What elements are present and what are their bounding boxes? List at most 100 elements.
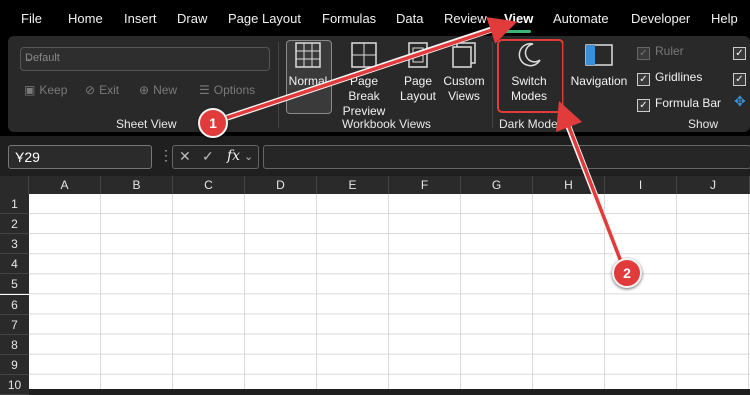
ruler-label: Ruler (655, 44, 684, 58)
custom-views-button[interactable]: Custom Views (442, 40, 486, 104)
custom-views-label-2: Views (448, 89, 480, 103)
menu-bar: File Home Insert Draw Page Layout Formul… (0, 0, 750, 36)
options-button[interactable]: ☰ Options (199, 83, 255, 97)
exit-label: Exit (99, 83, 120, 97)
row-header[interactable]: 1 (0, 194, 29, 215)
column-header[interactable]: I (605, 176, 677, 194)
column-header[interactable]: F (389, 176, 461, 194)
formula-bar-checkbox[interactable]: ✓ Formula Bar (637, 96, 721, 112)
row-header[interactable]: 2 (0, 214, 29, 235)
checkbox-checked-icon: ✓ (637, 47, 650, 60)
menu-view[interactable]: View (504, 11, 533, 26)
navigation-label: Navigation (570, 74, 628, 88)
row-header[interactable]: 6 (0, 294, 29, 315)
new-button[interactable]: ⊕ New (139, 83, 177, 97)
dark-mode-group-label: Dark Mode (499, 117, 558, 131)
normal-label: Normal (288, 74, 328, 88)
gridlines-checkbox[interactable]: ✓ Gridlines (637, 70, 702, 86)
sheet-view-group-label: Sheet View (116, 117, 177, 131)
group-divider (492, 42, 493, 128)
page-layout-icon (408, 42, 428, 68)
gridlines-label: Gridlines (655, 70, 703, 84)
headings-checkbox[interactable]: ✓ (733, 44, 750, 60)
ruler-checkbox[interactable]: ✓ Ruler (637, 44, 684, 60)
column-header[interactable]: G (461, 176, 533, 194)
normal-grid-icon (295, 42, 321, 68)
menu-automate[interactable]: Automate (553, 11, 609, 26)
menu-draw[interactable]: Draw (177, 11, 207, 26)
checkbox-checked-icon: ✓ (733, 47, 746, 60)
row-header[interactable]: 5 (0, 274, 29, 295)
column-header[interactable]: E (317, 176, 389, 194)
menu-formulas[interactable]: Formulas (322, 11, 376, 26)
name-box[interactable]: Y29 ⌄ (8, 145, 152, 169)
row-header[interactable]: 3 (0, 234, 29, 255)
row-header[interactable]: 8 (0, 334, 29, 355)
exit-icon: ⊘ (85, 83, 96, 97)
menu-review[interactable]: Review (444, 11, 487, 26)
page-break-label-1: Page Break (348, 74, 380, 103)
options-label: Options (213, 83, 256, 97)
step-badge-2: 2 (612, 258, 642, 288)
exit-button[interactable]: ⊘ Exit (85, 83, 119, 97)
column-header[interactable]: C (173, 176, 245, 194)
show-group-label: Show (688, 117, 719, 131)
keep-button[interactable]: ▣ Keep (24, 83, 67, 97)
enter-icon[interactable]: ✓ (202, 148, 214, 165)
checkbox-checked-icon: ✓ (733, 73, 746, 86)
custom-views-label-1: Custom (443, 74, 485, 88)
page-break-preview-button[interactable]: Page Break Preview (334, 40, 394, 119)
column-header[interactable]: D (245, 176, 317, 194)
menu-insert[interactable]: Insert (124, 11, 157, 26)
switch-modes-highlight (497, 39, 564, 113)
chevron-down-icon: ⌄ (244, 151, 254, 163)
more-options-icon[interactable]: ⋮ (159, 147, 173, 164)
menu-home[interactable]: Home (68, 11, 103, 26)
column-header[interactable]: B (101, 176, 173, 194)
column-header[interactable]: A (29, 176, 101, 194)
page-break-label-2: Preview (342, 104, 386, 118)
formula-controls: ✕ ✓ fx ⌄ (172, 145, 259, 169)
insert-function-button[interactable]: fx (227, 148, 240, 164)
checkbox-checked-icon: ✓ (637, 99, 650, 112)
page-layout-label-2: Layout (399, 89, 437, 103)
navigation-pane-icon (585, 44, 613, 66)
row-header[interactable]: 4 (0, 254, 29, 275)
menu-developer[interactable]: Developer (631, 11, 690, 26)
custom-views-icon (452, 42, 476, 68)
focus-cell-icon[interactable]: ✥ (734, 93, 746, 110)
chevron-down-icon: ⌄ (15, 149, 26, 163)
page-layout-button[interactable]: Page Layout (398, 40, 438, 104)
keep-icon: ▣ (24, 83, 36, 97)
formula-bar: Y29 ⌄ ⋮ ✕ ✓ fx ⌄ (0, 141, 750, 173)
group-divider (278, 42, 279, 128)
extra-checkbox[interactable]: ✓ (733, 70, 750, 86)
formula-input[interactable] (263, 145, 750, 169)
cells-area[interactable] (29, 194, 750, 389)
navigation-button[interactable]: Navigation (568, 40, 630, 89)
row-header[interactable]: 7 (0, 314, 29, 335)
menu-data[interactable]: Data (396, 11, 423, 26)
row-header[interactable]: 10 (0, 374, 29, 395)
select-all-corner[interactable] (0, 176, 29, 194)
active-tab-indicator (504, 30, 531, 33)
sheet-view-dropdown[interactable]: Default ⌄ (20, 47, 270, 71)
menu-help[interactable]: Help (711, 11, 738, 26)
group-divider (563, 42, 564, 128)
menu-page-layout[interactable]: Page Layout (228, 11, 301, 26)
chevron-down-icon: ⌄ (25, 52, 35, 64)
keep-label: Keep (39, 83, 68, 97)
new-icon: ⊕ (139, 83, 150, 97)
page-break-icon (351, 42, 377, 68)
menu-file[interactable]: File (21, 11, 42, 26)
step-badge-1: 1 (198, 108, 228, 138)
cancel-icon[interactable]: ✕ (179, 148, 191, 165)
options-icon: ☰ (199, 83, 210, 97)
column-header[interactable]: H (533, 176, 605, 194)
column-header[interactable]: J (677, 176, 750, 194)
row-header[interactable]: 9 (0, 354, 29, 375)
workbook-views-group-label: Workbook Views (342, 117, 431, 131)
normal-view-button[interactable]: Normal (285, 40, 331, 89)
checkbox-checked-icon: ✓ (637, 73, 650, 86)
page-layout-label-1: Page (403, 74, 433, 88)
